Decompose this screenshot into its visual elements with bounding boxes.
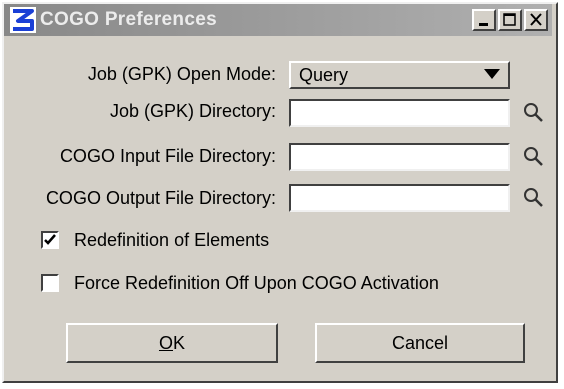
minimize-button[interactable] (472, 9, 496, 31)
ok-button[interactable]: OK (66, 323, 278, 363)
input-directory-label: COGO Input File Directory: (59, 146, 276, 166)
search-icon[interactable] (522, 145, 544, 167)
ok-mnemonic: O (158, 333, 173, 353)
window-title: COGO Preferences (40, 9, 217, 30)
job-directory-label: Job (GPK) Directory: (109, 101, 276, 121)
minimize-icon (479, 23, 488, 26)
close-button[interactable] (524, 9, 548, 31)
redefinition-label: Redefinition of Elements (74, 230, 270, 250)
redefinition-checkbox[interactable] (41, 231, 59, 249)
ok-label-rest: K (173, 333, 186, 353)
maximize-button[interactable] (498, 9, 522, 31)
search-icon[interactable] (522, 186, 544, 208)
maximize-icon (503, 13, 516, 26)
checkmark-icon (44, 234, 56, 245)
force-redefinition-off-checkbox[interactable] (41, 274, 59, 292)
force-redefinition-off-label: Force Redefinition Off Upon COGO Activat… (74, 273, 439, 293)
job-directory-field[interactable] (289, 99, 510, 127)
open-mode-dropdown[interactable]: Query (289, 61, 510, 89)
close-icon (530, 13, 542, 26)
title-bar[interactable]: COGO Preferences (4, 4, 552, 36)
open-mode-label: Job (GPK) Open Mode: (87, 64, 276, 84)
input-directory-field[interactable] (289, 143, 510, 171)
output-directory-field[interactable] (289, 184, 510, 212)
open-mode-value: Query (299, 65, 349, 85)
search-icon[interactable] (522, 101, 544, 123)
output-directory-label: COGO Output File Directory: (45, 188, 276, 208)
dropdown-arrow-icon (484, 69, 500, 79)
cancel-button[interactable]: Cancel (315, 323, 525, 363)
cogo-app-icon (10, 7, 36, 33)
